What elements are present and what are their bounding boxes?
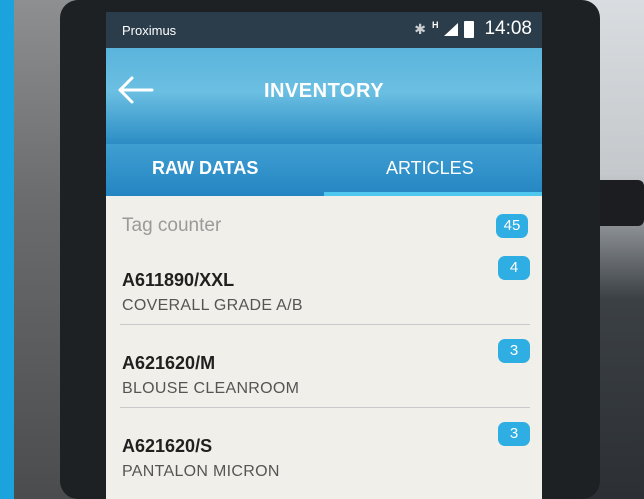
page-title: INVENTORY — [263, 80, 385, 102]
tab-articles[interactable]: ARTICLES — [386, 158, 474, 179]
status-icons: ✱ H 14:08 — [414, 18, 532, 40]
tag-counter-badge: 45 — [496, 214, 528, 238]
article-name: PANTALON MICRON — [122, 463, 280, 480]
network-type-label: H — [431, 20, 439, 30]
article-code: A611890/XXL — [122, 270, 235, 290]
battery-icon — [464, 20, 475, 38]
article-code: A621620/S — [122, 436, 213, 456]
article-name: BLOUSE CLEANROOM — [122, 380, 300, 397]
article-code: A621620/M — [122, 353, 216, 373]
article-name: COVERALL GRADE A/B — [122, 297, 303, 314]
status-time: 14:08 — [484, 18, 532, 39]
count-badge: 4 — [498, 256, 530, 280]
signal-icon — [444, 22, 459, 36]
list-item[interactable]: A621620/M BLOUSE CLEANROOM 3 — [120, 325, 530, 408]
tag-counter-row: Tag counter 45 — [106, 196, 542, 242]
tag-counter-label: Tag counter — [122, 215, 222, 236]
background-left-strip — [0, 0, 14, 499]
carrier-name: Proximus — [122, 23, 177, 38]
count-badge: 3 — [498, 422, 530, 446]
status-bar: Proximus ✱ H 14:08 — [106, 12, 542, 48]
tab-raw-datas[interactable]: RAW DATAS — [152, 158, 258, 179]
bluetooth-icon: ✱ — [414, 20, 426, 37]
count-badge: 3 — [498, 339, 530, 363]
app-bar: INVENTORY — [106, 48, 542, 144]
list-item[interactable]: A611890/XXL COVERALL GRADE A/B 4 — [120, 242, 530, 325]
article-list: Tag counter 45 A611890/XXL COVERALL GRAD… — [106, 196, 542, 490]
list-item[interactable]: A621620/S PANTALON MICRON 3 — [120, 408, 530, 490]
tab-bar: RAW DATAS ARTICLES — [106, 144, 542, 196]
phone-screen: Proximus ✱ H 14:08 INVENTORY RAW DATAS A… — [106, 12, 542, 499]
